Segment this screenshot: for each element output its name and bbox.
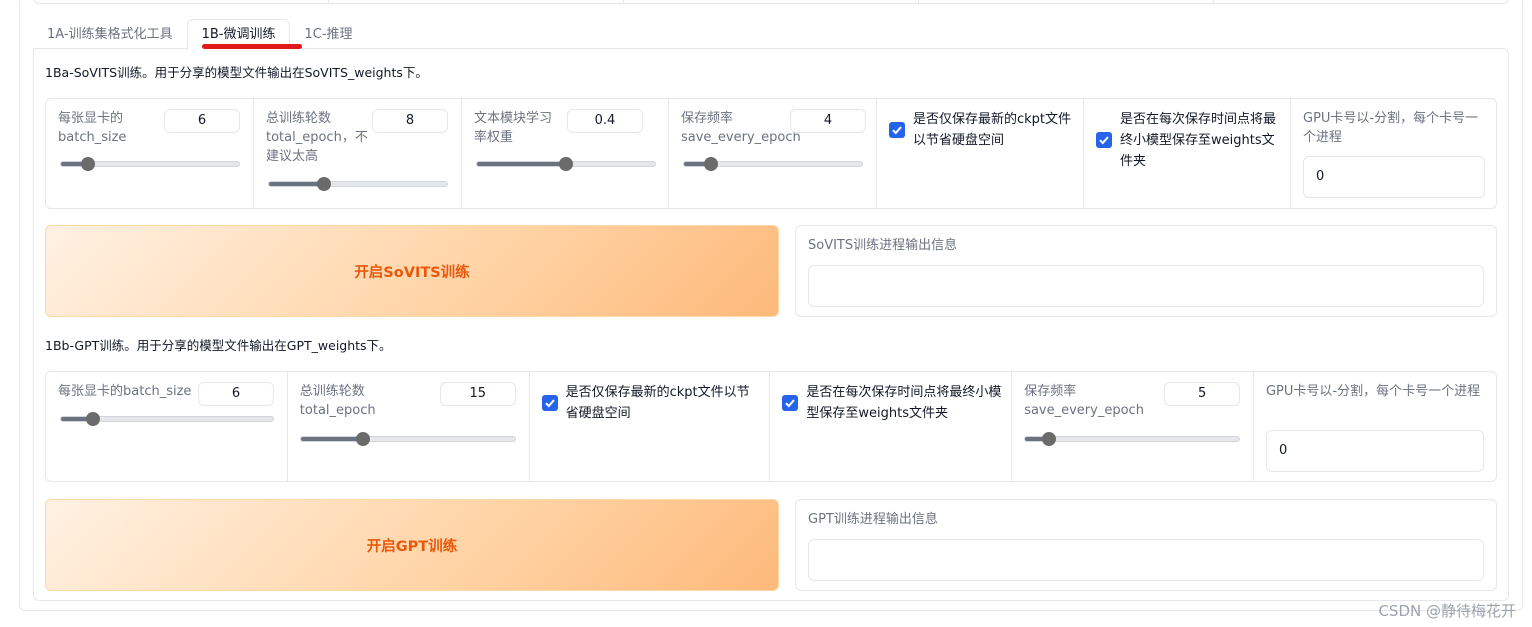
- sovits-batch-size-slider[interactable]: [60, 157, 240, 171]
- gpt-output-label: GPT训练进程输出信息: [808, 512, 938, 527]
- gpt-gpu-cell: GPU卡号以-分割，每个卡号一个进程 0: [1254, 372, 1496, 481]
- sovits-output-box: SoVITS训练进程输出信息: [795, 225, 1497, 317]
- sovits-save-latest-cell: 是否仅保存最新的ckpt文件以节省硬盘空间: [877, 99, 1084, 208]
- sovits-text-lr-slider[interactable]: [476, 157, 656, 171]
- gpt-save-every-slider[interactable]: [1024, 432, 1241, 446]
- gpt-save-weights-cell: 是否在每次保存时间点将最终小模型保存至weights文件夹: [770, 372, 1013, 481]
- top-strip: [33, 0, 1509, 4]
- sovits-output-label: SoVITS训练进程输出信息: [808, 238, 958, 253]
- checkmark-icon: [785, 399, 796, 408]
- sovits-total-epoch-cell: 总训练轮数total_epoch，不建议太高 8: [254, 99, 462, 208]
- gpt-save-weights-checkbox[interactable]: [782, 395, 799, 411]
- sovits-save-every-input[interactable]: 4: [790, 109, 866, 133]
- checkmark-icon: [544, 399, 555, 408]
- sovits-save-weights-label: 是否在每次保存时间点将最终小模型保存至weights文件夹: [1120, 112, 1277, 169]
- sovits-batch-size-input[interactable]: 6: [164, 109, 240, 133]
- gpt-batch-size-input[interactable]: 6: [198, 382, 274, 406]
- sovits-gpu-input[interactable]: 0: [1303, 156, 1485, 198]
- gpt-total-epoch-label: 总训练轮数total_epoch: [299, 384, 376, 418]
- sovits-gpu-label: GPU卡号以-分割，每个卡号一个进程: [1303, 111, 1479, 145]
- sovits-output-textarea[interactable]: [808, 265, 1484, 307]
- gpt-save-every-label: 保存频率save_every_epoch: [1024, 384, 1144, 418]
- tab-dataset-tools[interactable]: 1A-训练集格式化工具: [33, 20, 187, 50]
- gpt-batch-size-slider[interactable]: [60, 412, 274, 426]
- gpt-batch-size-cell: 每张显卡的batch_size 6: [46, 372, 288, 481]
- gpt-total-epoch-input[interactable]: 15: [439, 382, 516, 406]
- sovits-batch-size-cell: 每张显卡的batch_size 6: [46, 99, 254, 208]
- sovits-save-latest-label: 是否仅保存最新的ckpt文件以节省硬盘空间: [913, 112, 1072, 148]
- gpt-save-latest-label: 是否仅保存最新的ckpt文件以节省硬盘空间: [565, 385, 750, 421]
- gpt-batch-size-label: 每张显卡的batch_size: [58, 384, 192, 399]
- sovits-save-weights-cell: 是否在每次保存时间点将最终小模型保存至weights文件夹: [1084, 99, 1291, 208]
- checkmark-icon: [1099, 136, 1109, 145]
- sovits-params-row: 每张显卡的batch_size 6 总训练轮数total_epoch，不建议太高…: [45, 98, 1497, 209]
- sovits-total-epoch-input[interactable]: 8: [372, 109, 448, 133]
- gpt-save-weights-label: 是否在每次保存时间点将最终小模型保存至weights文件夹: [806, 385, 1002, 421]
- tab-bar: 1A-训练集格式化工具 1B-微调训练 1C-推理: [33, 18, 367, 51]
- sovits-save-every-slider[interactable]: [683, 157, 863, 171]
- sovits-total-epoch-slider[interactable]: [268, 177, 448, 191]
- sovits-batch-size-label: 每张显卡的batch_size: [58, 111, 127, 145]
- gpt-gpu-input[interactable]: 0: [1265, 430, 1484, 472]
- sovits-section-title: 1Ba-SoVITS训练。用于分享的模型文件输出在SoVITS_weights下…: [45, 65, 428, 80]
- start-sovits-training-button[interactable]: 开启SoVITS训练: [45, 225, 779, 317]
- gpt-output-textarea[interactable]: [808, 539, 1484, 581]
- sovits-text-lr-label: 文本模块学习率权重: [474, 111, 553, 145]
- sovits-text-lr-cell: 文本模块学习率权重 0.4: [462, 99, 669, 208]
- start-gpt-training-button[interactable]: 开启GPT训练: [45, 499, 779, 591]
- tab-highlight-underline: [202, 44, 302, 49]
- checkmark-icon: [892, 126, 902, 135]
- gpt-section-title: 1Bb-GPT训练。用于分享的模型文件输出在GPT_weights下。: [45, 338, 392, 353]
- gpt-output-box: GPT训练进程输出信息: [795, 499, 1497, 591]
- sovits-save-every-label: 保存频率save_every_epoch: [681, 111, 801, 145]
- gpt-total-epoch-slider[interactable]: [299, 432, 516, 446]
- csdn-watermark: CSDN @静待梅花开: [1378, 602, 1516, 620]
- gpt-save-every-input[interactable]: 5: [1164, 382, 1241, 406]
- gpt-gpu-label: GPU卡号以-分割，每个卡号一个进程: [1265, 384, 1481, 399]
- sovits-total-epoch-label: 总训练轮数total_epoch，不建议太高: [266, 111, 368, 164]
- gpt-save-latest-checkbox[interactable]: [541, 395, 558, 411]
- gpt-save-every-cell: 保存频率save_every_epoch 5: [1012, 372, 1254, 481]
- gpt-save-latest-cell: 是否仅保存最新的ckpt文件以节省硬盘空间: [530, 372, 771, 481]
- sovits-gpu-cell: GPU卡号以-分割，每个卡号一个进程 0: [1291, 99, 1496, 208]
- sovits-save-latest-checkbox[interactable]: [889, 122, 905, 138]
- sovits-save-weights-checkbox[interactable]: [1096, 132, 1112, 148]
- sovits-text-lr-input[interactable]: 0.4: [567, 109, 643, 133]
- gpt-total-epoch-cell: 总训练轮数total_epoch 15: [288, 372, 530, 481]
- gpt-params-row: 每张显卡的batch_size 6 总训练轮数total_epoch 15 是否…: [45, 371, 1497, 482]
- sovits-save-every-cell: 保存频率save_every_epoch 4: [669, 99, 877, 208]
